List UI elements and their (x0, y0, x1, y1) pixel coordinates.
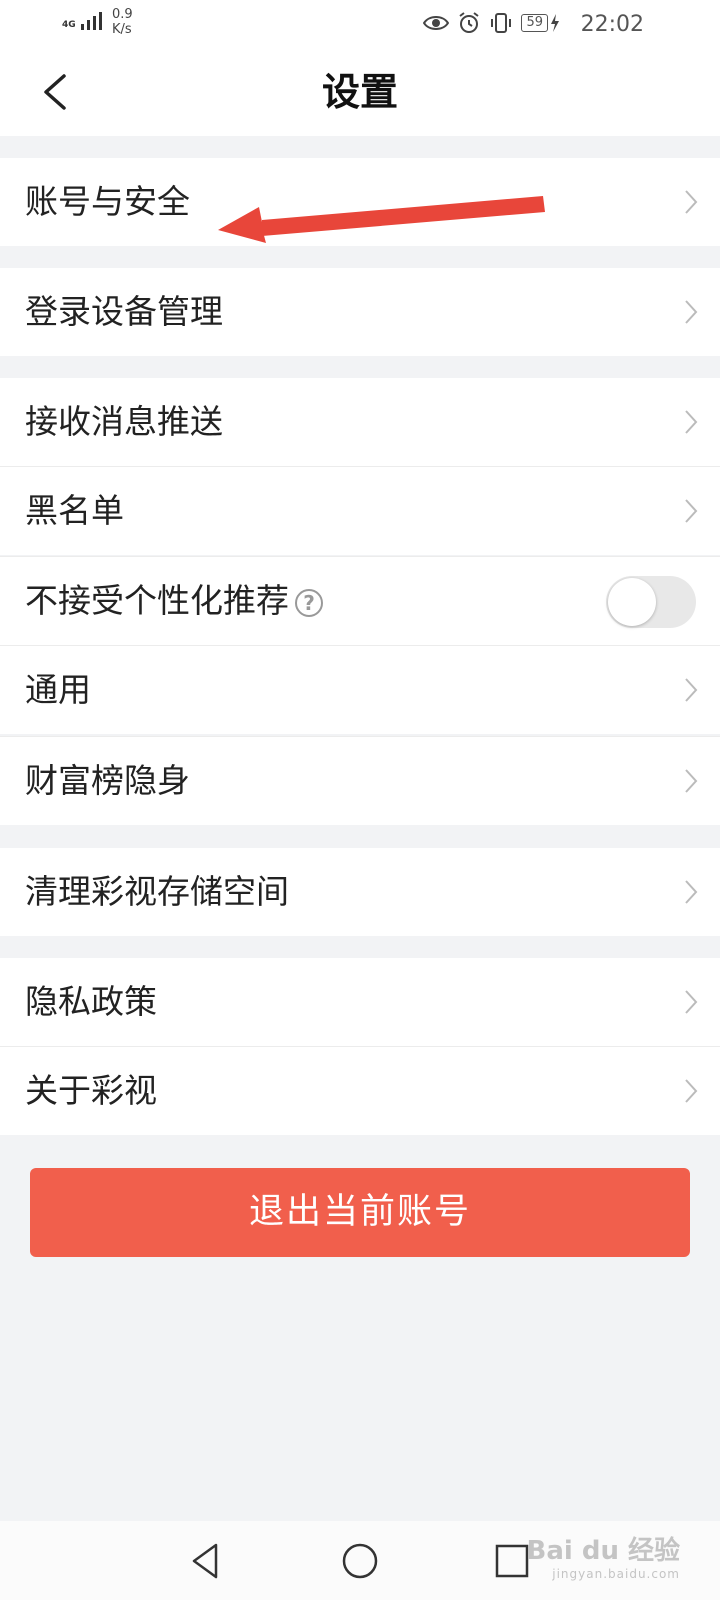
battery-indicator: 59 (521, 14, 560, 32)
settings-item-label: 登录设备管理 (25, 292, 223, 331)
settings-item-about[interactable]: 关于彩视 (0, 1047, 720, 1135)
settings-item-account-security[interactable]: 账号与安全 (0, 158, 720, 246)
battery-level: 59 (521, 14, 548, 32)
logout-button[interactable]: 退出当前账号 (30, 1168, 690, 1257)
nav-back-icon[interactable] (184, 1539, 228, 1583)
settings-item-label: 财富榜隐身 (25, 761, 190, 800)
settings-item-login-devices[interactable]: 登录设备管理 (0, 268, 720, 356)
settings-item-clear-storage[interactable]: 清理彩视存储空间 (0, 848, 720, 936)
settings-item-push-notifications[interactable]: 接收消息推送 (0, 378, 720, 466)
chevron-right-icon (685, 300, 698, 324)
settings-item-label: 账号与安全 (25, 182, 190, 221)
network-speed: 0.9 K/s (112, 7, 133, 37)
chevron-right-icon (685, 1079, 698, 1103)
settings-item-no-personalized: 不接受个性化推荐? (0, 557, 720, 645)
settings-item-label: 不接受个性化推荐? (25, 557, 323, 645)
toggle-knob (608, 578, 656, 626)
settings-item-label: 黑名单 (25, 491, 124, 530)
settings-item-blacklist[interactable]: 黑名单 (0, 467, 720, 555)
eye-icon (423, 16, 450, 30)
settings-item-label: 隐私政策 (25, 982, 157, 1021)
watermark: Bai du 经验 jingyan.baidu.com (527, 1530, 681, 1581)
chevron-right-icon (685, 190, 698, 214)
signal-icon: 4G (62, 12, 102, 30)
settings-item-wealth-rank-hidden[interactable]: 财富榜隐身 (0, 737, 720, 825)
speed-value: 0.9 (112, 7, 133, 22)
settings-item-label: 接收消息推送 (25, 402, 223, 441)
status-time: 22:02 (580, 12, 644, 37)
app-header: 设置 (0, 48, 720, 136)
charging-icon (551, 14, 559, 32)
status-bar: 4G 0.9 K/s 59 22:02 (0, 0, 720, 48)
help-icon[interactable]: ? (295, 588, 323, 617)
settings-item-privacy-policy[interactable]: 隐私政策 (0, 958, 720, 1046)
alarm-icon (459, 12, 480, 33)
page-title: 设置 (321, 70, 398, 114)
settings-item-general[interactable]: 通用 (0, 646, 720, 734)
chevron-right-icon (685, 499, 698, 523)
no-personalized-label: 不接受个性化推荐 (25, 581, 289, 620)
settings-item-label: 清理彩视存储空间 (25, 872, 289, 911)
system-icons: 59 (423, 11, 560, 35)
network-type: 4G (62, 20, 76, 30)
vibrate-icon (491, 13, 512, 33)
chevron-right-icon (685, 678, 698, 702)
chevron-right-icon (685, 410, 698, 434)
chevron-right-icon (685, 769, 698, 793)
chevron-right-icon (685, 880, 698, 904)
nav-home-icon[interactable] (338, 1539, 382, 1583)
settings-item-label: 关于彩视 (25, 1071, 157, 1110)
no-personalized-toggle[interactable] (606, 576, 696, 628)
settings-item-label: 通用 (25, 670, 91, 709)
watermark-brand: Bai du 经验 (526, 1536, 681, 1566)
speed-unit: K/s (112, 22, 132, 37)
watermark-url: jingyan.baidu.com (552, 1567, 680, 1581)
chevron-right-icon (685, 990, 698, 1014)
